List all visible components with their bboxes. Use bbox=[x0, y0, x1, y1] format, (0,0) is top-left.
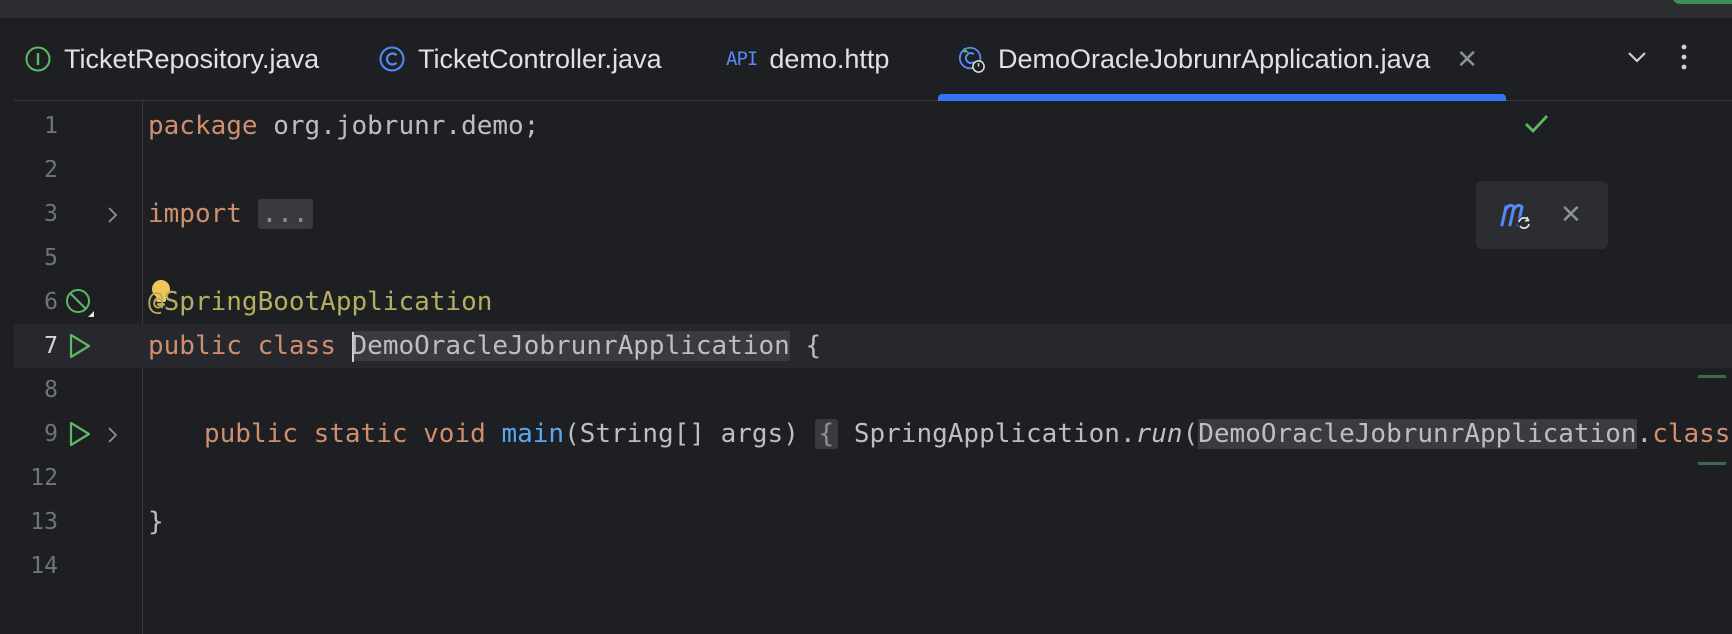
tab-label: demo.http bbox=[769, 43, 890, 74]
code-text: import ... bbox=[148, 192, 313, 236]
tab-label: TicketController.java bbox=[418, 43, 662, 74]
spring-boot-class-icon bbox=[958, 45, 986, 73]
code-text: @SpringBootApplication bbox=[148, 287, 493, 317]
maven-reload-popup: ✕ bbox=[1476, 181, 1608, 249]
code-line: 5 bbox=[14, 236, 1732, 280]
class-icon bbox=[378, 45, 406, 73]
tab-ticket-repository[interactable]: TicketRepository.java bbox=[24, 18, 319, 100]
api-icon: API bbox=[726, 48, 758, 70]
code-line: 1 package org.jobrunr.demo; bbox=[14, 104, 1732, 148]
code-text: public class DemoOracleJobrunrApplicatio… bbox=[148, 331, 822, 362]
tab-label: TicketRepository.java bbox=[64, 43, 320, 74]
code-text: package org.jobrunr.demo; bbox=[148, 111, 540, 141]
line-number: 13 bbox=[30, 509, 58, 535]
line-number: 12 bbox=[30, 465, 58, 491]
folded-method-body[interactable]: { bbox=[814, 419, 839, 449]
more-options-icon[interactable] bbox=[1680, 43, 1688, 76]
tab-ticket-controller[interactable]: TicketController.java bbox=[378, 18, 662, 100]
fold-expand-icon[interactable] bbox=[106, 412, 120, 456]
fold-expand-icon[interactable] bbox=[106, 192, 120, 236]
line-number: 1 bbox=[44, 113, 58, 139]
no-problems-check-icon[interactable] bbox=[1520, 107, 1552, 139]
line-number: 7 bbox=[44, 333, 58, 359]
code-line: 14 bbox=[14, 544, 1732, 588]
active-tab-indicator bbox=[938, 94, 1506, 101]
line-number: 9 bbox=[44, 421, 58, 447]
code-line: 8 bbox=[14, 368, 1732, 412]
scrollbar-marker bbox=[1698, 462, 1726, 465]
status-pill bbox=[1672, 0, 1732, 4]
code-line: 13 } bbox=[14, 500, 1732, 544]
code-line: 9 public static void main(String[] args)… bbox=[14, 412, 1732, 456]
window-top-strip bbox=[0, 0, 1732, 18]
code-line: 3 import ... bbox=[14, 192, 1732, 236]
tab-demo-oracle-jobrunr-application[interactable]: DemoOracleJobrunrApplication.java ✕ bbox=[938, 18, 1506, 101]
code-text: public static void main(String[] args) {… bbox=[204, 419, 1731, 449]
close-tab-icon[interactable]: ✕ bbox=[1456, 44, 1478, 75]
folded-imports[interactable]: ... bbox=[257, 199, 313, 229]
line-number: 2 bbox=[44, 157, 58, 183]
code-line: 2 bbox=[14, 148, 1732, 192]
maven-reload-icon[interactable] bbox=[1498, 195, 1538, 240]
line-number: 3 bbox=[44, 201, 58, 227]
line-number: 6 bbox=[44, 289, 58, 315]
interface-icon bbox=[24, 45, 52, 73]
close-popup-icon[interactable]: ✕ bbox=[1560, 199, 1582, 230]
tab-demo-http[interactable]: API demo.http bbox=[726, 18, 889, 100]
line-number: 8 bbox=[44, 377, 58, 403]
run-icon[interactable] bbox=[64, 419, 94, 449]
chevron-down-icon[interactable] bbox=[1624, 44, 1650, 75]
code-line-current: 7 public class DemoOracleJobrunrApplicat… bbox=[14, 324, 1732, 368]
code-editor[interactable]: 1 package org.jobrunr.demo; 2 3 import .… bbox=[14, 101, 1732, 634]
line-number: 5 bbox=[44, 245, 58, 271]
code-line: 12 bbox=[14, 456, 1732, 500]
scrollbar-marker bbox=[1698, 375, 1726, 378]
tab-label: DemoOracleJobrunrApplication.java bbox=[998, 43, 1431, 74]
code-line: 6 @SpringBootApplication bbox=[14, 280, 1732, 324]
run-icon[interactable] bbox=[64, 331, 94, 361]
editor-tab-bar: TicketRepository.java TicketController.j… bbox=[14, 18, 1732, 101]
spring-bean-disabled-icon[interactable] bbox=[64, 287, 94, 317]
tab-actions bbox=[1624, 18, 1688, 100]
code-text: } bbox=[148, 507, 164, 537]
line-number: 14 bbox=[30, 553, 58, 579]
